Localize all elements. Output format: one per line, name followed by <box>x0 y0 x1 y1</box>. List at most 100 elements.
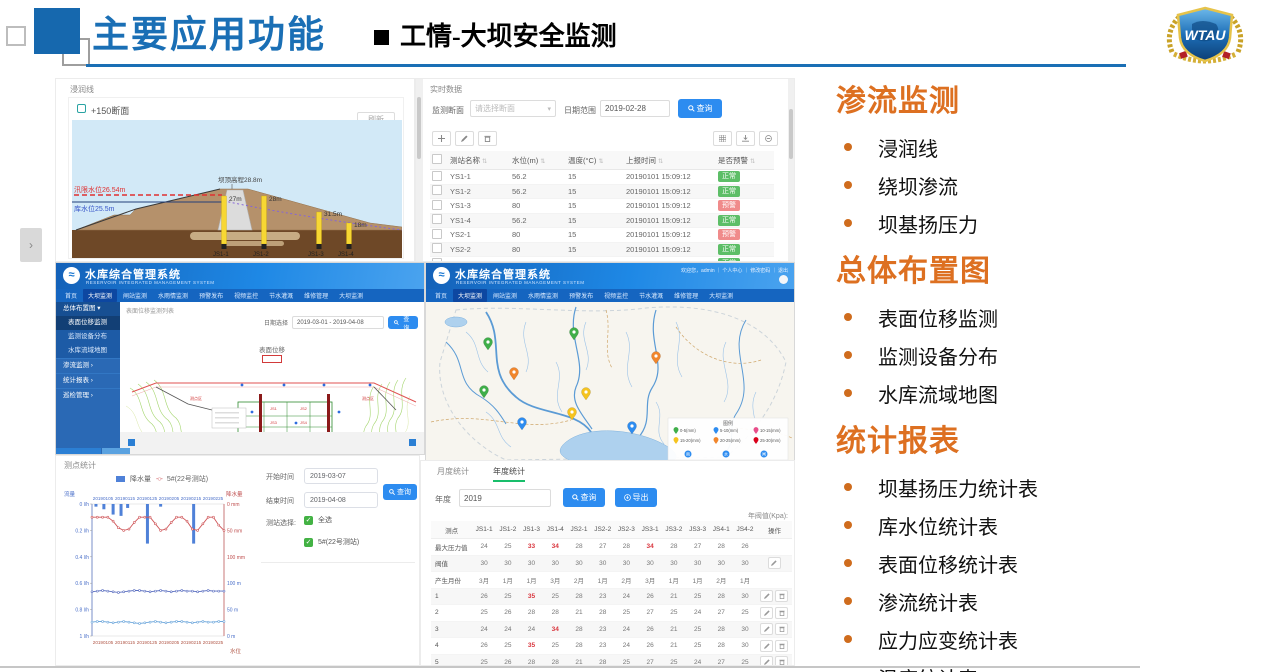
delete-button[interactable] <box>775 656 788 666</box>
column-header: 测点 <box>431 521 472 539</box>
delete-button[interactable] <box>775 623 788 635</box>
edit-button[interactable] <box>455 131 474 146</box>
delete-button[interactable] <box>478 131 497 146</box>
edit-button[interactable] <box>760 607 773 619</box>
row-checkbox[interactable] <box>432 243 442 253</box>
sort-icon[interactable]: ⇅ <box>599 159 604 165</box>
column-header[interactable]: 是否预警 ⇅ <box>716 151 774 170</box>
nav-item[interactable]: 预警发布 <box>194 289 228 302</box>
nav-item[interactable]: 维修管理 <box>669 289 703 302</box>
collapse-icon[interactable] <box>759 131 778 146</box>
row-checkbox[interactable] <box>432 214 442 224</box>
nav-item[interactable]: 大坝监测 <box>453 289 487 302</box>
drawing-symbol <box>262 355 282 363</box>
export-button[interactable]: 导出 <box>615 488 657 507</box>
query-button[interactable]: 查询 <box>563 488 605 507</box>
nav-item[interactable]: 视频监控 <box>599 289 633 302</box>
row-checkbox[interactable] <box>432 185 442 195</box>
nav-item[interactable]: 大坝监测 <box>704 289 738 302</box>
seepage-section-panel: 浸润线 +150断面 刷新 汛限水位26.54m 库水位25.5m 坝顶高程28… <box>55 78 415 262</box>
edit-button[interactable] <box>760 656 773 666</box>
sort-icon[interactable]: ⇅ <box>482 159 487 165</box>
checkbox-station[interactable]: ✓ 5#(22号测站) <box>304 537 359 547</box>
yearly-stats-table: 测点JS1-1JS1-2JS1-3JS1-4JS2-1JS2-2JS2-3JS3… <box>431 521 792 666</box>
nav-item[interactable]: 首页 <box>60 289 82 302</box>
nav-item[interactable]: 大坝监测 <box>83 289 117 302</box>
nav-item[interactable]: 维修管理 <box>299 289 333 302</box>
column-header[interactable]: 测站名称 ⇅ <box>448 151 510 170</box>
table-row: 2252628282128252725242725 <box>431 605 792 622</box>
map-legend: 图例0-5(mm)5-10(mm)10-15(mm)15-20(mm)20-25… <box>668 418 788 460</box>
nav-item[interactable]: 节水灌溉 <box>634 289 668 302</box>
nav-item[interactable]: 大坝监测 <box>334 289 368 302</box>
delete-button[interactable] <box>775 590 788 602</box>
column-header[interactable]: 上报时间 ⇅ <box>624 151 716 170</box>
edit-button[interactable] <box>768 557 781 569</box>
svg-text:雨: 雨 <box>686 452 690 457</box>
date-label: 日期选择 <box>264 318 288 327</box>
sort-icon[interactable]: ⇅ <box>750 159 755 165</box>
start-time-input[interactable]: 2019-03-07 <box>304 468 378 484</box>
sidebar-item[interactable]: 监测设备分布 <box>56 330 120 344</box>
nav-item[interactable]: 节水灌溉 <box>264 289 298 302</box>
sidebar-item[interactable]: 表面位移监测 <box>56 316 120 330</box>
table-row: YS1-156.21520190101 15:09:12正常 <box>430 170 774 185</box>
nav-item[interactable]: 预警发布 <box>564 289 598 302</box>
row-checkbox[interactable] <box>432 229 442 239</box>
status-badge: 正常 <box>718 215 740 226</box>
sidebar-item[interactable]: 水库流域地图 <box>56 344 120 358</box>
sidebar-item[interactable]: 巡检管理 › <box>56 388 120 403</box>
select-all-checkbox[interactable] <box>432 154 442 164</box>
query-button[interactable]: 查询 <box>388 316 418 329</box>
nav-item[interactable]: 水雨情监测 <box>153 289 193 302</box>
scrollbar-vertical-right[interactable] <box>788 79 794 262</box>
nav-item[interactable]: 闸站监测 <box>488 289 522 302</box>
pager-left[interactable] <box>128 439 135 446</box>
deco-square-blue <box>34 8 80 54</box>
delete-button[interactable] <box>775 640 788 652</box>
column-header[interactable]: 水位(m) ⇅ <box>510 151 566 170</box>
watershed-map[interactable]: 图例0-5(mm)5-10(mm)10-15(mm)15-20(mm)20-25… <box>426 302 794 462</box>
edit-button[interactable] <box>760 590 773 602</box>
line-legend-icon: -○- <box>156 476 162 483</box>
pager-right[interactable] <box>409 439 416 446</box>
nav-item[interactable]: 视频监控 <box>229 289 263 302</box>
row-checkbox[interactable] <box>432 200 442 210</box>
edit-button[interactable] <box>760 623 773 635</box>
column-header[interactable]: 温度(°C) ⇅ <box>566 151 624 170</box>
year-input[interactable]: 2019 <box>459 489 551 507</box>
map-screenshot-panel: ≈ 水库综合管理系统 RESERVOIR INTEGRATED MANAGEME… <box>425 262 795 462</box>
sidebar-item[interactable]: 总体布置图 ▾ <box>56 302 120 316</box>
columns-icon[interactable] <box>713 131 732 146</box>
tab-yearly[interactable]: 年度统计 <box>493 466 525 482</box>
nav-item[interactable]: 水雨情监测 <box>523 289 563 302</box>
date-input[interactable]: 2019-02-28 <box>600 100 670 117</box>
date-range-input[interactable]: 2019-03-01 - 2019-04-08 <box>292 316 384 329</box>
tab-monthly[interactable]: 月度统计 <box>437 466 469 480</box>
add-button[interactable] <box>432 131 451 146</box>
edit-button[interactable] <box>760 640 773 652</box>
nav-item[interactable]: 首页 <box>430 289 452 302</box>
delete-button[interactable] <box>775 607 788 619</box>
sidebar-item[interactable]: 统计报表 › <box>56 373 120 388</box>
bullet-icon <box>844 389 852 397</box>
query-button[interactable]: 查询 <box>383 484 417 500</box>
nav-item[interactable]: 闸站监测 <box>118 289 152 302</box>
svg-text:20190205: 20190205 <box>159 496 180 501</box>
sort-icon[interactable]: ⇅ <box>540 159 545 165</box>
column-header: JS2-1 <box>567 521 591 539</box>
sidebar-item[interactable]: 渗流监测 › <box>56 358 120 373</box>
layout-main: 表面位移监测列表 日期选择 2019-03-01 - 2019-04-08 查询… <box>120 302 424 432</box>
sidebar-expander[interactable]: › <box>20 228 42 262</box>
section-select[interactable]: 请选择断面 ▾ <box>470 100 556 117</box>
sort-icon[interactable]: ⇅ <box>658 159 663 165</box>
svg-text:降水量: 降水量 <box>226 490 243 498</box>
end-time-input[interactable]: 2019-04-08 <box>304 492 378 508</box>
row-checkbox[interactable] <box>432 171 442 181</box>
svg-text:JS1: JS1 <box>270 406 278 411</box>
scrollbar-vertical[interactable] <box>416 79 423 262</box>
checkbox-select-all[interactable]: ✓ 全选 <box>304 515 332 525</box>
query-button[interactable]: 查询 <box>678 99 722 118</box>
export-icon[interactable] <box>736 131 755 146</box>
logo-text: WTAU <box>1185 27 1227 43</box>
